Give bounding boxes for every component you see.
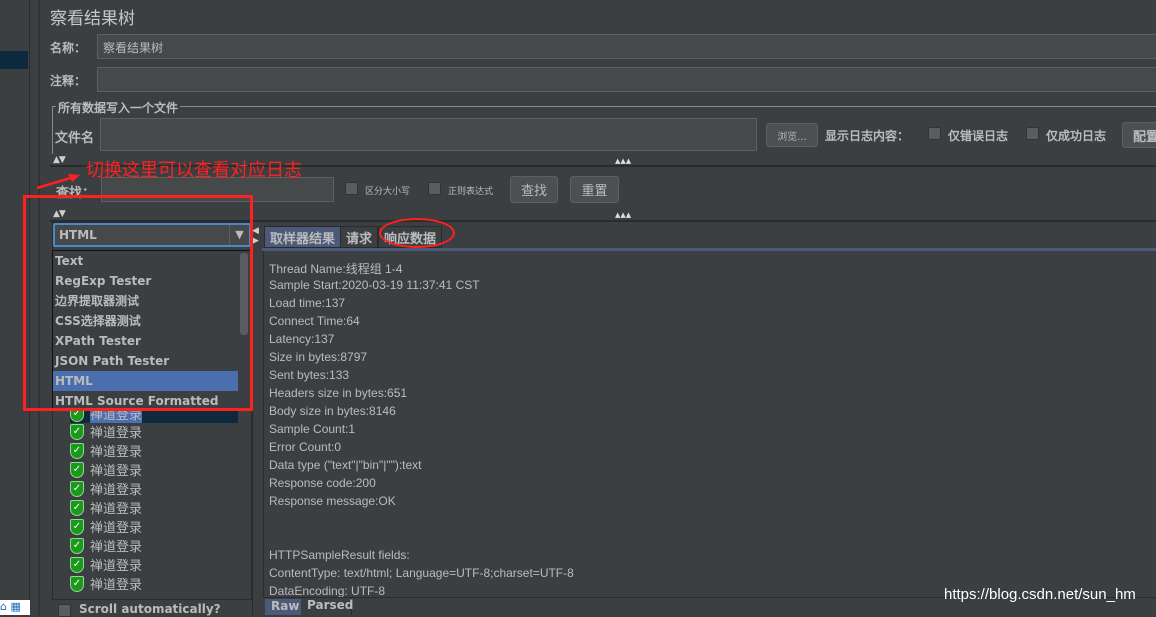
watermark: https://blog.csdn.net/sun_hm	[944, 586, 1136, 603]
annotation-text: 切换这里可以查看对应日志	[86, 160, 302, 181]
case-sensitive-checkbox[interactable]	[345, 182, 358, 195]
log-display-label: 显示日志内容：	[825, 129, 910, 143]
filename-label: 文件名	[55, 131, 95, 146]
success-only-label: 仅成功日志	[1046, 129, 1107, 143]
result-line: Data type ("text"|"bin"|""):text	[269, 458, 422, 472]
tab-raw[interactable]: Raw	[265, 599, 301, 615]
result-line: Sample Count:1	[269, 422, 356, 436]
success-shield-icon: ✓	[70, 556, 84, 573]
result-line: Load time:137	[269, 296, 346, 310]
errors-only-checkbox[interactable]	[928, 127, 941, 140]
success-shield-icon: ✓	[70, 518, 84, 535]
grip-icon[interactable]: ▲▲▲	[615, 157, 631, 165]
result-line: Response message:OK	[269, 494, 396, 508]
case-sensitive-label: 区分大小写	[365, 187, 411, 197]
tab-parsed[interactable]: Parsed	[302, 598, 353, 615]
errors-only-label: 仅错误日志	[948, 129, 1009, 143]
tree-item[interactable]: ✓ 禅道登录	[70, 555, 142, 574]
result-line: Error Count:0	[269, 440, 342, 454]
bottom-left-icons[interactable]: ⌂ ▦	[0, 600, 30, 615]
success-shield-icon: ✓	[70, 575, 84, 592]
success-shield-icon: ✓	[70, 423, 84, 440]
annotation-arrow	[36, 174, 80, 190]
result-line: Thread Name:线程组 1-4	[269, 262, 403, 276]
reset-button[interactable]: 重置	[570, 176, 619, 203]
annotation-ellipse	[379, 218, 455, 248]
left-nav-selected[interactable]	[0, 51, 28, 69]
regex-checkbox[interactable]	[428, 182, 441, 195]
comment-label: 注释：	[50, 74, 87, 88]
vertical-splitter[interactable]	[252, 222, 262, 615]
tree-item[interactable]: ✓ 禅道登录	[70, 574, 142, 593]
tree-item[interactable]: ✓ 禅道登录	[70, 536, 142, 555]
result-line: Connect Time:64	[269, 314, 360, 328]
name-input[interactable]: 察看结果树	[97, 34, 1156, 59]
collapse-arrows-icon[interactable]: ▲▼	[53, 155, 66, 165]
tab-sampler-result[interactable]: 取样器结果	[264, 226, 342, 248]
page-title: 察看结果树	[50, 9, 135, 29]
result-panel	[263, 251, 1156, 597]
grip-icon-2[interactable]: ▲▲▲	[615, 211, 631, 219]
tree-item[interactable]: ✓ 禅道登录	[70, 460, 142, 479]
file-group-label: 所有数据写入一个文件	[56, 99, 181, 116]
tree-item[interactable]: ✓ 禅道登录	[70, 422, 142, 441]
scroll-auto-label: Scroll automatically?	[79, 602, 221, 616]
result-line: ContentType: text/html; Language=UTF-8;c…	[269, 566, 574, 580]
tab-request[interactable]: 请求	[340, 226, 379, 248]
scroll-auto-checkbox[interactable]	[58, 604, 71, 617]
annotation-rectangle	[23, 195, 253, 411]
result-line: Size in bytes:8797	[269, 350, 368, 364]
success-shield-icon: ✓	[70, 461, 84, 478]
result-line: Response code:200	[269, 476, 376, 490]
filename-input[interactable]	[100, 118, 757, 151]
find-button[interactable]: 查找	[510, 176, 558, 203]
success-shield-icon: ✓	[70, 442, 84, 459]
tree-item[interactable]: ✓ 禅道登录	[70, 441, 142, 460]
comment-input[interactable]	[97, 67, 1156, 92]
result-line: DataEncoding: UTF-8	[269, 584, 386, 598]
regex-label: 正则表达式	[448, 187, 494, 197]
config-button[interactable]: 配置	[1122, 122, 1156, 148]
tree-item[interactable]: ✓ 禅道登录	[70, 498, 142, 517]
success-shield-icon: ✓	[70, 480, 84, 497]
success-shield-icon: ✓	[70, 499, 84, 516]
result-line: Sample Start:2020-03-19 11:37:41 CST	[269, 278, 480, 292]
result-line: Latency:137	[269, 332, 335, 346]
browse-button[interactable]: 浏览...	[766, 123, 818, 147]
success-shield-icon: ✓	[70, 537, 84, 554]
result-line: HTTPSampleResult fields:	[269, 548, 410, 562]
tree-item[interactable]: ✓ 禅道登录	[70, 479, 142, 498]
name-label: 名称：	[50, 41, 87, 55]
result-line: Headers size in bytes:651	[269, 386, 408, 400]
result-line: Sent bytes:133	[269, 368, 350, 382]
result-line: Body size in bytes:8146	[269, 404, 396, 418]
success-only-checkbox[interactable]	[1026, 127, 1039, 140]
tree-item[interactable]: ✓ 禅道登录	[70, 517, 142, 536]
